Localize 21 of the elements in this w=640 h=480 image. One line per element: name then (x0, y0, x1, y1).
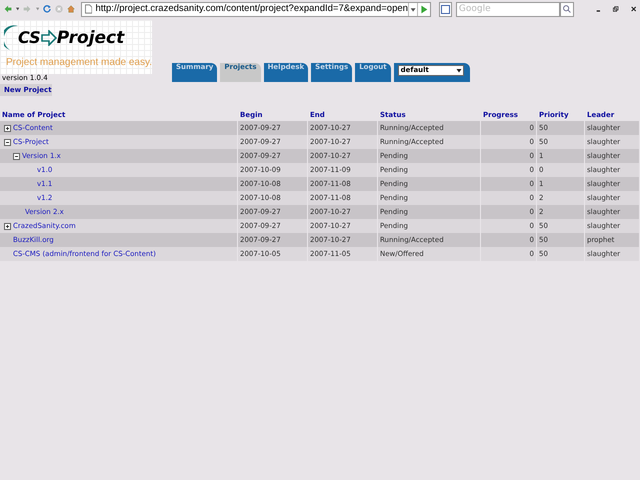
arrow-icon (40, 30, 57, 46)
reload-icon[interactable] (42, 3, 51, 15)
expand-icon[interactable] (4, 124, 11, 132)
dropdown-icon[interactable] (16, 7, 20, 11)
search-icon[interactable] (560, 2, 574, 16)
page-icon (85, 4, 92, 14)
collapse-icon[interactable] (4, 138, 11, 146)
search-engine-button[interactable] (439, 2, 452, 16)
search-engine-icon (440, 4, 450, 14)
close-icon[interactable] (630, 5, 636, 13)
search-field[interactable]: Google (456, 2, 560, 16)
logo-text: Project (56, 30, 124, 46)
expand-icon[interactable] (4, 222, 11, 230)
url-text: http://project.crazedsanity.com/content/project?expandId=7&expand=open (95, 3, 408, 15)
collapse-icon[interactable] (13, 152, 20, 160)
logo-tagline: Project management made easy. (5, 56, 152, 69)
dropdown-icon (454, 66, 463, 75)
restore-icon[interactable] (613, 5, 619, 13)
address-field[interactable]: http://project.crazedsanity.com/content/project?expandId=7&expand=open (81, 2, 432, 16)
dropdown-icon[interactable] (408, 2, 418, 16)
logo-text: CS (18, 30, 41, 46)
